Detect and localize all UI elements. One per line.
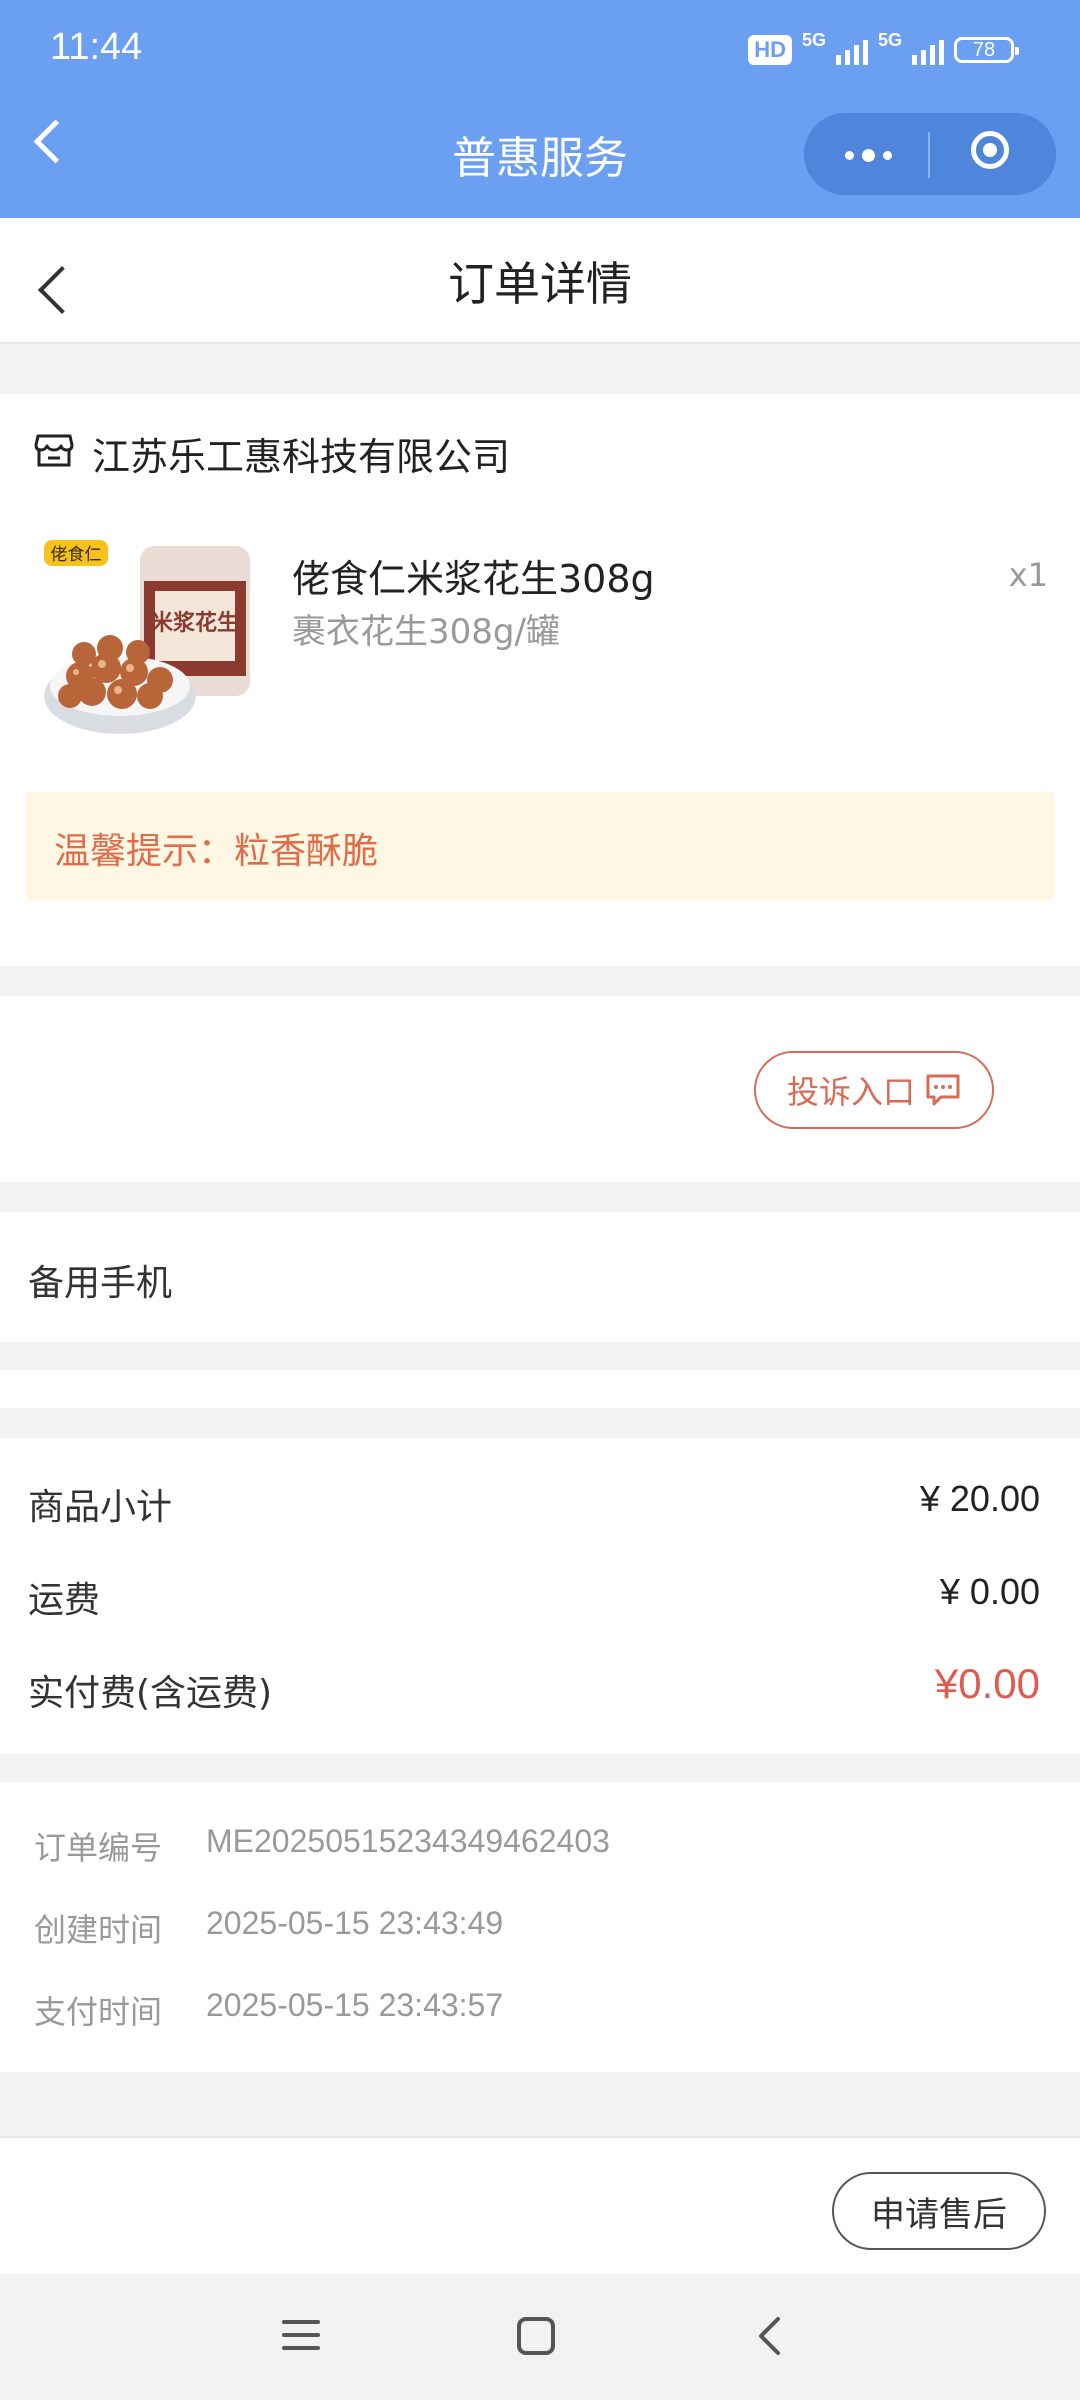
network-label-1: 5G (801, 30, 826, 50)
more-dots-icon[interactable] (838, 140, 898, 170)
paid-total-value: ¥0.00 (934, 1660, 1040, 1707)
signal-icon (912, 35, 944, 65)
page-title: 订单详情 (448, 257, 632, 311)
product-image-label: 米浆花生 (151, 610, 239, 636)
network-label-2: 5G (877, 30, 902, 50)
paid-time-label: 支付时间 (34, 1993, 163, 2031)
order-number-label: 订单编号 (34, 1829, 163, 1867)
product-image-brand: 佬食仁 (51, 545, 102, 565)
capsule-divider (928, 132, 930, 178)
status-time: 11:44 (50, 26, 143, 68)
order-number-value[interactable]: ME20250515234349462403 (206, 1823, 610, 1860)
created-time-value: 2025-05-15 23:43:49 (206, 1905, 504, 1941)
back-icon[interactable] (756, 2316, 782, 2356)
shipping-value: ¥ 0.00 (939, 1571, 1040, 1612)
paid-time-value: 2025-05-15 23:43:57 (206, 1987, 504, 2023)
backup-phone-label: 备用手机 (28, 1263, 173, 1304)
battery-icon: 78 (954, 37, 1019, 63)
menu-icon[interactable] (282, 2318, 320, 2352)
apply-aftersale-button[interactable]: 申请售后 (832, 2172, 1046, 2250)
message-icon (926, 1074, 960, 1106)
subtotal-value: ¥ 20.00 (919, 1478, 1040, 1519)
product-name[interactable]: 佬食仁米浆花生308g (292, 548, 655, 603)
status-icons: HD 5G 5G 78 (748, 30, 1019, 70)
battery-level: 78 (972, 38, 996, 61)
home-square-icon[interactable] (516, 2316, 556, 2356)
target-circle-icon[interactable] (971, 131, 1009, 169)
shop-name[interactable]: 江苏乐工惠科技有限公司 (92, 426, 510, 481)
product-spec: 裹衣花生308g/罐 (292, 612, 560, 652)
store-icon (34, 434, 74, 467)
product-quantity: x1 (1008, 556, 1048, 594)
signal-icon (835, 35, 868, 65)
subtotal-label: 商品小计 (28, 1487, 173, 1528)
shipping-label: 运费 (28, 1580, 101, 1621)
hd-badge: HD (748, 35, 792, 65)
complaint-label: 投诉入口 (786, 1073, 915, 1111)
paid-total-label: 实付费(含运费) (28, 1673, 273, 1714)
spacer-card (0, 1370, 1080, 1408)
product-image[interactable]: 佬食仁 米浆花生 (40, 536, 260, 756)
complaint-button[interactable]: 投诉入口 (754, 1051, 994, 1129)
tip-text: 温馨提示：粒香酥脆 (54, 831, 379, 872)
created-time-label: 创建时间 (34, 1911, 163, 1949)
